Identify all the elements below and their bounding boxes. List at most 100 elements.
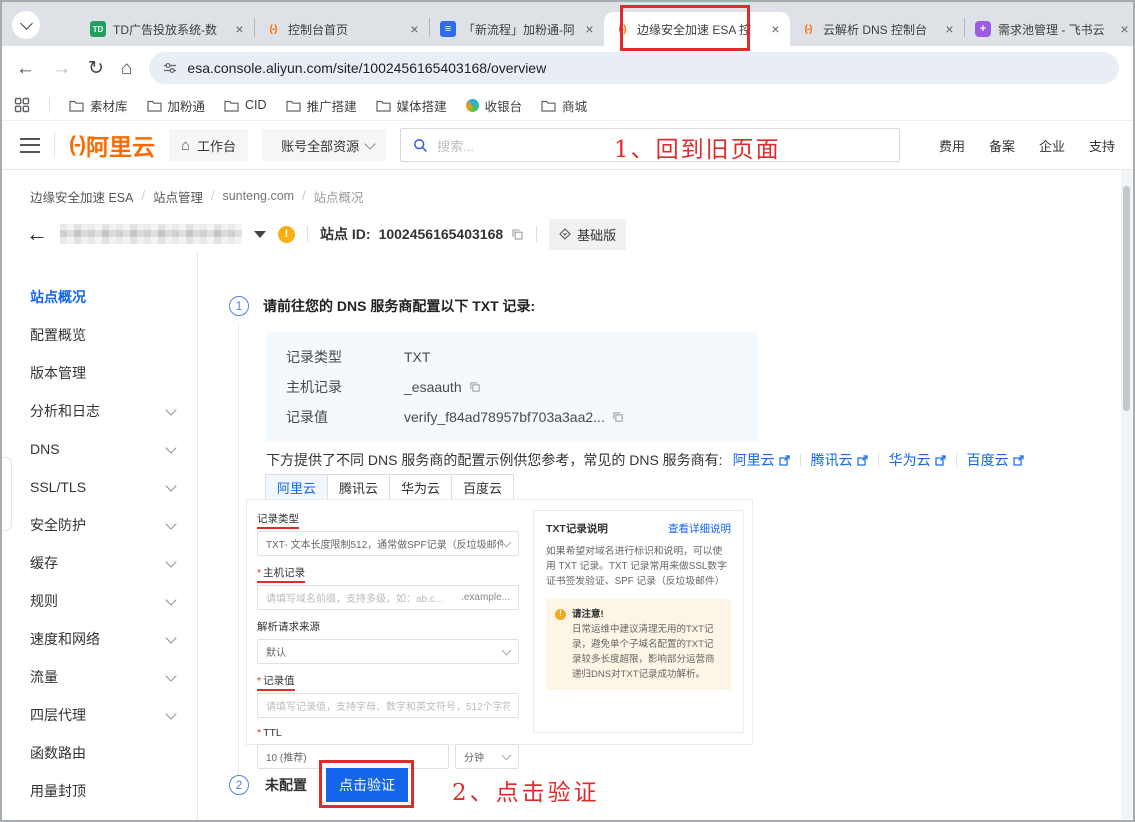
header-nav-item[interactable]: 备案 [989,136,1015,155]
chevron-down-icon [364,138,375,149]
page-scrollbar[interactable] [1121,170,1132,819]
copy-icon[interactable] [612,411,624,423]
sidebar-item[interactable]: 分析和日志 [2,392,197,430]
breadcrumb-item[interactable]: 边缘安全加速 ESA [30,187,134,206]
record-type-value: TXT- 文本长度限制512，通常做SPF记录（反垃圾邮件） [266,536,503,551]
chevron-down-icon [502,646,512,656]
breadcrumb-item[interactable]: 站点管理 [153,187,203,206]
tab-separator [254,18,255,37]
forward-icon[interactable]: → [52,59,71,78]
sidebar-collapse-handle[interactable] [2,457,12,531]
header-nav-item[interactable]: 费用 [939,136,965,155]
browser-tab[interactable]: ≡「新流程」加粉通-阿× [430,12,604,46]
sidebar-item[interactable]: 缓存 [2,544,197,582]
account-resources-dropdown[interactable]: 账号全部资源 [262,129,386,161]
sidebar-item-label: 四层代理 [30,705,86,725]
tab-close-icon[interactable]: × [1116,21,1133,38]
sidebar-item[interactable]: DNS [2,430,197,468]
tab-title: TD广告投放系统-数 [113,21,224,38]
tab-list: TDTD广告投放系统-数×(-)控制台首页×≡「新流程」加粉通-阿×(-)边缘安… [80,12,1135,46]
record-type-select: TXT- 文本长度限制512，通常做SPF记录（反垃圾邮件） [257,531,519,556]
bookmark-item[interactable]: 推广搭建 [286,96,357,115]
provider-tab[interactable]: 阿里云 [265,474,328,501]
breadcrumb-item[interactable]: sunteng.com [222,189,294,203]
home-icon[interactable]: ⌂ [121,59,132,78]
divider [54,133,55,157]
sidebar-item[interactable]: 函数路由 [2,734,197,772]
breadcrumb-separator: / [211,189,214,203]
separator [800,453,801,467]
ttl-label: *TTL [257,727,282,739]
provider-link[interactable]: 百度云 [967,450,1024,470]
browser-tab[interactable]: TDTD广告投放系统-数× [80,12,254,46]
scrollbar-thumb[interactable] [1123,186,1130,411]
reload-icon[interactable]: ↻ [88,59,104,78]
sidebar-item-label: DNS [30,441,60,457]
sidebar-item[interactable]: 配置概览 [2,316,197,354]
menu-icon[interactable] [20,138,40,153]
external-link-icon [857,455,868,466]
breadcrumb: 边缘安全加速 ESA/站点管理/sunteng.com/站点概况 [2,170,1133,204]
doc-favicon-icon: ≡ [440,21,456,37]
aliyun-logo[interactable]: (-) 阿里云 [69,128,155,162]
back-icon[interactable]: ← [16,59,35,78]
site-settings-icon[interactable] [163,61,177,75]
sidebar-item[interactable]: 用量封顶 [2,772,197,810]
sidebar-item[interactable]: 速度和网络 [2,620,197,658]
sidebar-item[interactable]: 流量 [2,658,197,696]
provider-tab[interactable]: 腾讯云 [327,474,390,501]
bookmark-label: 素材库 [90,96,128,115]
sidebar-item[interactable]: 规则 [2,582,197,620]
tab-close-icon[interactable]: × [231,21,248,38]
bookmark-item[interactable]: 商城 [541,96,587,115]
breadcrumb-item[interactable]: 站点概况 [314,187,364,206]
bookmark-item[interactable]: 媒体搭建 [376,96,447,115]
back-arrow-icon[interactable]: ← [26,223,48,245]
header-nav-item[interactable]: 企业 [1039,136,1065,155]
apps-grid-icon[interactable] [14,97,30,113]
account-resources-label: 账号全部资源 [281,136,359,155]
tab-close-icon[interactable]: × [941,21,958,38]
bookmark-item[interactable]: 素材库 [69,96,128,115]
tab-close-icon[interactable]: × [581,21,598,38]
header-nav: 费用 备案 企业 支持 [939,136,1115,155]
workbench-button[interactable]: ⌂ 工作台 [169,129,248,161]
bookmark-item[interactable]: 收银台 [466,96,523,115]
provider-link[interactable]: 阿里云 [733,450,790,470]
ttl-input: 10 (推荐) [257,744,449,769]
sidebar-item[interactable]: 安全防护 [2,506,197,544]
address-bar[interactable]: esa.console.aliyun.com/site/100245616540… [149,52,1119,84]
record-label: 主机记录 [286,377,404,397]
sidebar-item[interactable]: 站点概况 [2,278,197,316]
browser-tab[interactable]: (-)云解析 DNS 控制台× [790,12,964,46]
provider-tab[interactable]: 华为云 [389,474,452,501]
provider-link[interactable]: 腾讯云 [811,450,868,470]
copy-icon[interactable] [469,381,481,393]
folder-icon [376,99,391,112]
browser-tab[interactable]: +需求池管理 - 飞书云× [965,12,1135,46]
tab-search-button[interactable] [12,11,40,39]
site-switcher-caret-icon[interactable] [254,231,266,238]
browser-tab[interactable]: (-)控制台首页× [255,12,429,46]
chevron-down-icon [165,708,176,719]
providers-text: 下方提供了不同 DNS 服务商的配置示例供您参考，常见的 DNS 服务商有: [266,450,723,470]
feishu-favicon-icon: + [975,21,991,37]
tab-close-icon[interactable]: × [767,21,784,38]
bookmark-item[interactable]: 加粉通 [147,96,206,115]
header-nav-item[interactable]: 支持 [1089,136,1115,155]
help-detail-link: 查看详细说明 [668,521,731,536]
separator [878,453,879,467]
sidebar-item[interactable]: 版本管理 [2,354,197,392]
sidebar-item[interactable]: SSL/TLS [2,468,197,506]
tab-close-icon[interactable]: × [406,21,423,38]
provider-link[interactable]: 华为云 [889,450,946,470]
verify-button[interactable]: 点击验证 [326,768,408,802]
sidebar-item[interactable]: 四层代理 [2,696,197,734]
chevron-down-icon [165,442,176,453]
divider [49,97,50,113]
copy-icon[interactable] [511,228,524,241]
browser-tab[interactable]: (-)边缘安全加速 ESA 控× [604,12,790,46]
sidebar-item-label: 安全防护 [30,515,86,535]
provider-tab[interactable]: 百度云 [451,474,514,501]
bookmark-item[interactable]: CID [224,96,267,115]
